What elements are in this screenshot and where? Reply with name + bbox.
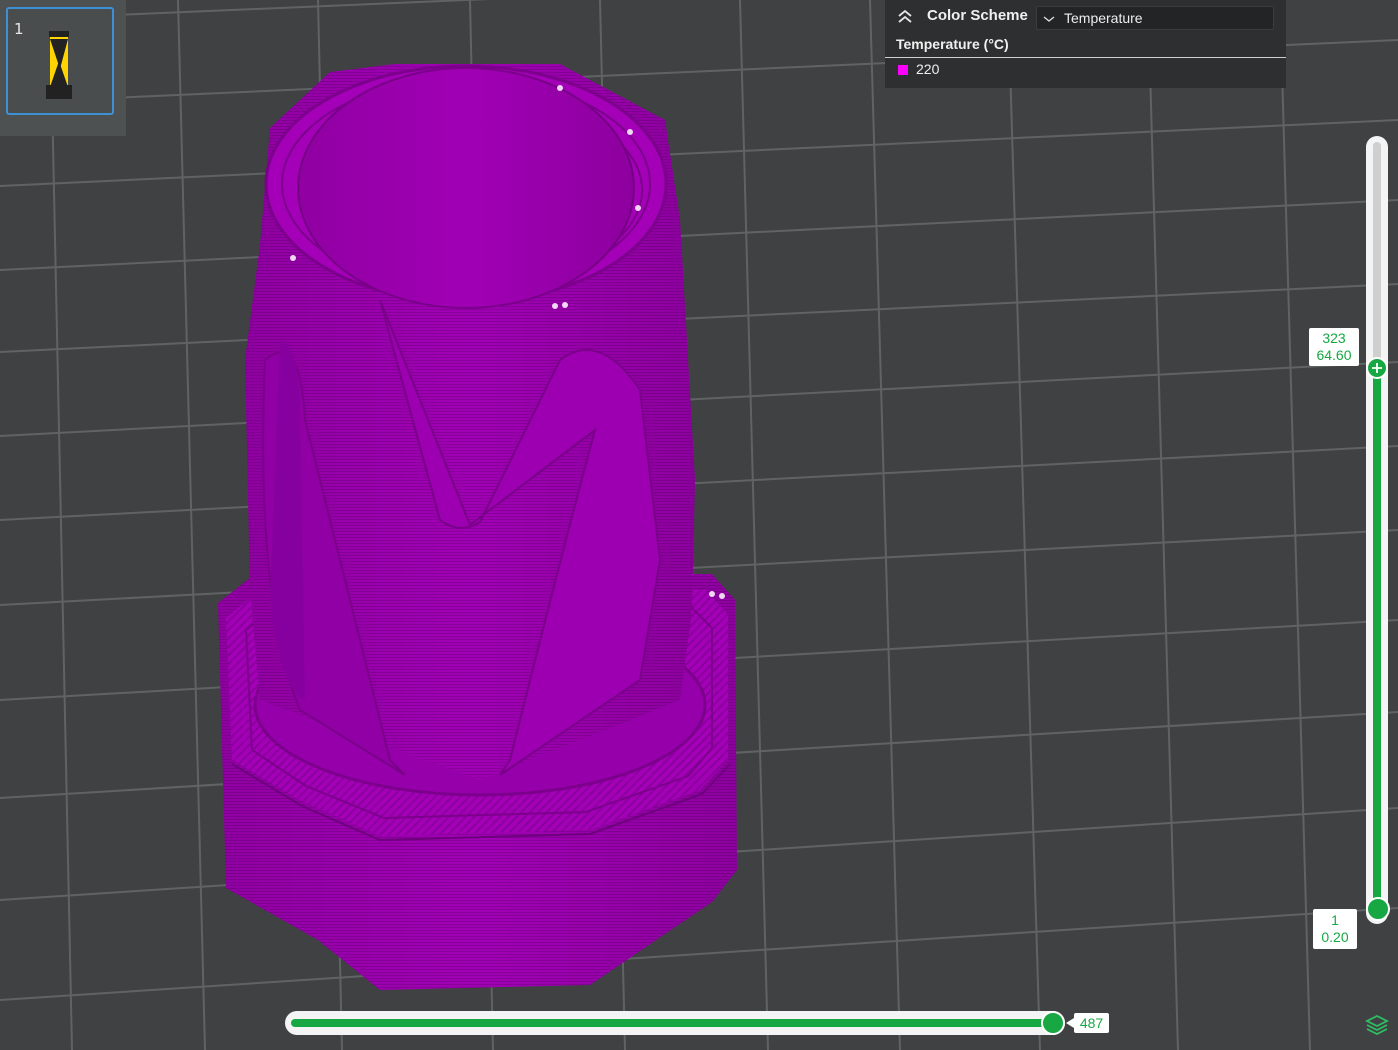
- upper-layer-height: 64.60: [1316, 347, 1352, 363]
- build-plate-scene[interactable]: [0, 0, 1398, 1050]
- plate-index: 1: [14, 20, 24, 38]
- lower-layer-handle[interactable]: [1366, 897, 1390, 921]
- move-slider-handle[interactable]: [1041, 1011, 1065, 1035]
- layer-slider-selected-rail: [1373, 368, 1381, 908]
- lower-layer-label: 1 0.20: [1313, 909, 1357, 949]
- move-slider-value: 487: [1074, 1013, 1109, 1033]
- 3d-preview-viewport[interactable]: [0, 0, 1398, 1050]
- gcode-move-slider[interactable]: [285, 1011, 1065, 1035]
- layer-slider-unselected-rail: [1373, 142, 1381, 368]
- color-scheme-select[interactable]: Temperature: [1036, 6, 1274, 30]
- upper-layer-label: 323 64.60: [1309, 328, 1359, 366]
- color-scheme-legend: Color Scheme Temperature Temperature (°C…: [885, 0, 1286, 88]
- chevron-down-icon: [1043, 16, 1055, 22]
- plus-icon: [1372, 363, 1382, 373]
- double-chevron-up-icon[interactable]: [895, 7, 915, 27]
- move-label-pointer: [1066, 1018, 1074, 1028]
- color-scheme-value: Temperature: [1064, 10, 1143, 26]
- legend-header: Color Scheme Temperature: [885, 0, 1286, 34]
- upper-layer-handle[interactable]: [1366, 357, 1388, 379]
- gcode-preview-model[interactable]: [218, 64, 737, 990]
- legend-item-label: 220: [916, 61, 940, 77]
- legend-color-swatch: [898, 65, 908, 75]
- upper-layer-number: 323: [1322, 330, 1346, 346]
- layer-range-slider[interactable]: [1366, 136, 1388, 924]
- legend-divider: [885, 57, 1286, 58]
- plate-list-panel: 1: [0, 0, 126, 136]
- legend-subtitle: Temperature (°C): [896, 36, 1009, 52]
- lower-layer-number: 1: [1331, 912, 1339, 928]
- move-slider-selected-rail: [291, 1019, 1053, 1027]
- lower-layer-height: 0.20: [1321, 929, 1349, 945]
- model-thumbnail-icon: [46, 31, 72, 99]
- layers-icon[interactable]: [1364, 1012, 1390, 1038]
- legend-title: Color Scheme: [927, 7, 1028, 24]
